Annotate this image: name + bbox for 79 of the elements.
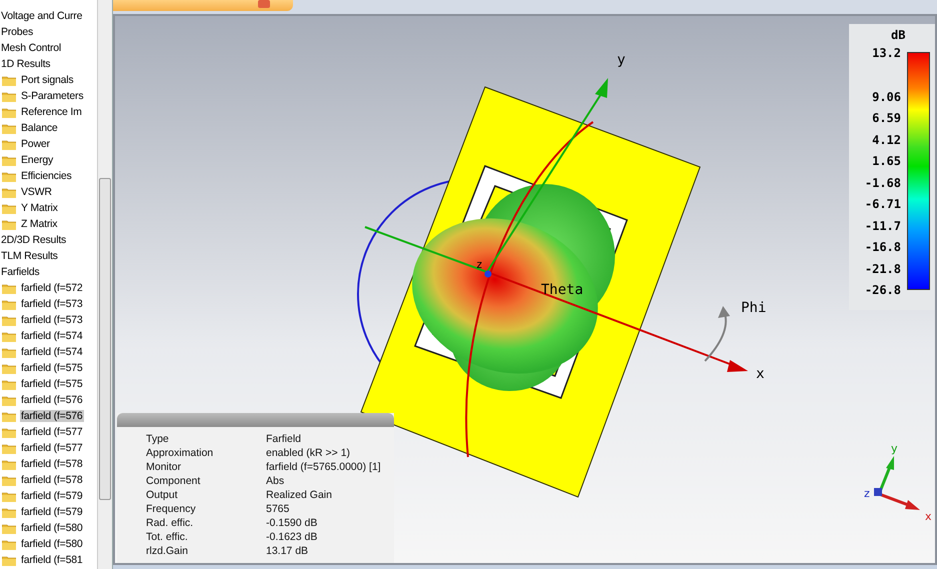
tree-item[interactable]: Power xyxy=(20,138,51,150)
info-value: enabled (kR >> 1) xyxy=(266,447,352,460)
tree-item[interactable]: Port signals xyxy=(20,74,74,86)
tree-item[interactable]: Mesh Control xyxy=(0,42,62,54)
tree-item[interactable]: 1D Results xyxy=(0,58,52,70)
tree-item[interactable]: farfield (f=573 xyxy=(20,314,84,326)
tree-item[interactable]: farfield (f=576 xyxy=(20,394,84,406)
tree-item[interactable]: farfield (f=577 xyxy=(20,426,84,438)
info-value: Realized Gain xyxy=(266,489,333,502)
tree-item[interactable]: farfield (f=575 xyxy=(20,378,84,390)
tree-item[interactable]: Efficiencies xyxy=(20,170,73,182)
tree-item[interactable]: TLM Results xyxy=(0,250,59,262)
info-value: Farfield xyxy=(266,433,302,446)
legend-value: -11.7 xyxy=(864,218,901,232)
info-label: Approximation xyxy=(146,447,214,460)
origin-dot xyxy=(484,270,492,278)
tree-item[interactable]: farfield (f=572 xyxy=(20,282,84,294)
tree-item[interactable]: Farfields xyxy=(0,266,40,278)
tree-item[interactable]: Reference Im xyxy=(20,106,83,118)
info-label: Tot. effic. xyxy=(146,531,189,544)
axis-triad-drawing xyxy=(874,456,920,510)
legend-value: -16.8 xyxy=(864,240,901,254)
info-value: -0.1590 dB xyxy=(266,517,318,530)
tree-item[interactable]: 2D/3D Results xyxy=(0,234,68,246)
legend-value: -1.68 xyxy=(864,176,901,190)
info-label: Output xyxy=(146,489,179,502)
tree-item[interactable]: Probes xyxy=(0,26,34,38)
tree-item[interactable]: farfield (f=573 xyxy=(20,298,84,310)
tree-item[interactable]: Z Matrix xyxy=(20,218,58,230)
tree-item[interactable]: farfield (f=574 xyxy=(20,330,84,342)
x-axis-label: x xyxy=(756,366,764,382)
tree-item[interactable]: Balance xyxy=(20,122,59,134)
legend-value: -21.8 xyxy=(864,262,901,276)
tree-item[interactable]: farfield (f=578 xyxy=(20,458,84,470)
info-label: Component xyxy=(146,475,202,488)
phi-arrow xyxy=(704,306,730,362)
legend-value: 6.59 xyxy=(872,111,901,125)
info-label: Rad. effic. xyxy=(146,517,194,530)
document-tab[interactable] xyxy=(113,0,293,11)
tree-item[interactable]: farfield (f=580 xyxy=(20,522,84,534)
triad-x-label: x xyxy=(925,510,932,523)
y-axis-label: y xyxy=(617,52,626,68)
legend-value: 13.2 xyxy=(872,46,901,60)
triad-y-label: y xyxy=(891,442,898,455)
info-value: 13.17 dB xyxy=(266,545,310,558)
info-value: -0.1623 dB xyxy=(266,531,318,544)
legend-value: -6.71 xyxy=(864,197,901,211)
legend-value: -26.8 xyxy=(864,283,901,297)
tree-item[interactable]: farfield (f=575 xyxy=(20,362,84,374)
info-label: rlzd.Gain xyxy=(146,545,190,558)
tree-item[interactable]: Energy xyxy=(20,154,54,166)
info-value: 5765 xyxy=(266,503,290,516)
theta-label: Theta xyxy=(541,282,584,298)
tree-item[interactable]: farfield (f=580 xyxy=(20,538,84,550)
info-label: Type xyxy=(146,433,170,446)
z-axis-label: z xyxy=(476,258,483,271)
scrollbar[interactable] xyxy=(97,0,112,569)
tree-item[interactable]: farfield (f=576 xyxy=(20,410,84,422)
close-icon[interactable] xyxy=(258,0,270,8)
tree-item[interactable]: farfield (f=574 xyxy=(20,346,84,358)
legend-value: 9.06 xyxy=(872,90,901,104)
legend-value: 4.12 xyxy=(872,132,901,146)
legend-unit: dB xyxy=(891,28,906,42)
tree-item[interactable]: Y Matrix xyxy=(20,202,59,214)
legend-value: 1.65 xyxy=(872,154,901,168)
tree-item[interactable]: S-Parameters xyxy=(20,90,84,102)
tree-item[interactable]: VSWR xyxy=(20,186,53,198)
tree-item[interactable]: Voltage and Curre xyxy=(0,10,84,22)
tree-item[interactable]: farfield (f=578 xyxy=(20,474,84,486)
info-value: Abs xyxy=(266,475,286,488)
triad-z-label: z xyxy=(864,487,870,500)
tree-item[interactable]: farfield (f=579 xyxy=(20,490,84,502)
tree-item[interactable]: farfield (f=581 xyxy=(20,554,84,566)
info-label: Monitor xyxy=(146,461,182,474)
tree-item[interactable]: farfield (f=577 xyxy=(20,442,84,454)
tree-item[interactable]: farfield (f=579 xyxy=(20,506,84,518)
info-value: farfield (f=5765.0000) [1] xyxy=(266,461,382,474)
phi-label: Phi xyxy=(741,300,766,316)
info-label: Frequency xyxy=(146,503,197,516)
